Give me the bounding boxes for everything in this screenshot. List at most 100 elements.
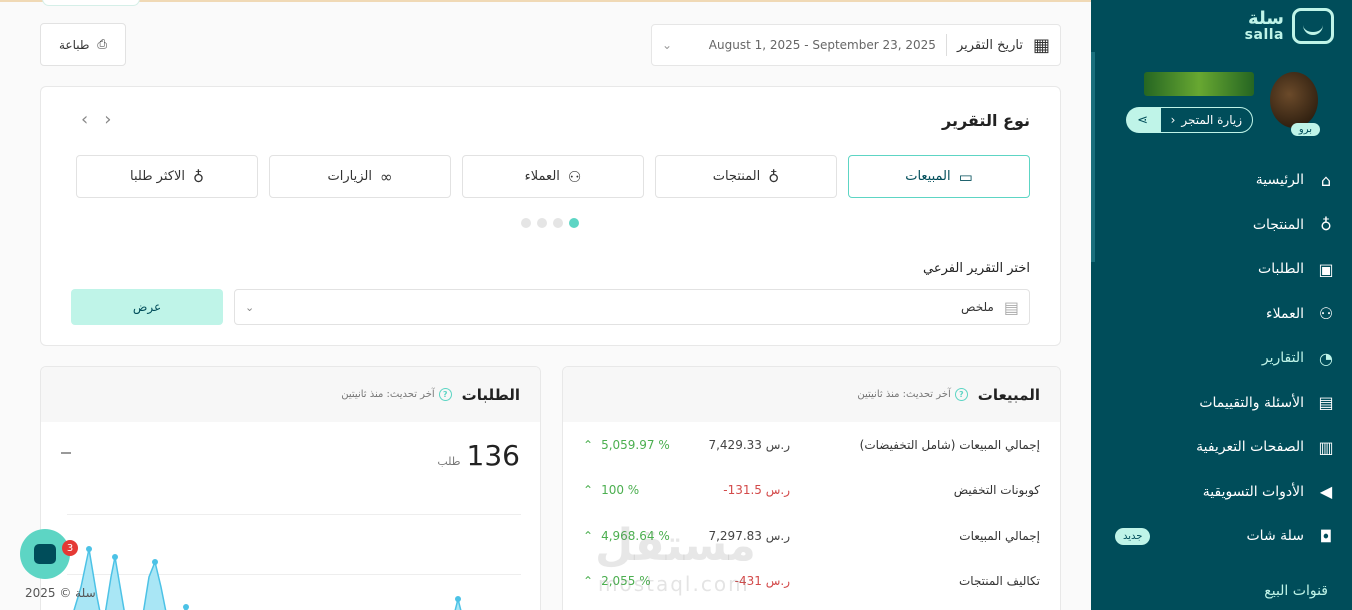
date-range: August 1, 2025 - September 23, 2025 [708,38,936,52]
chat-icon: ◘ [1319,526,1333,546]
share-store-button[interactable]: ⋖ [1125,107,1160,133]
salla-logo[interactable]: سلة salla [1245,8,1334,44]
row-value: 7,429.33 ر.س [708,437,790,452]
sidebar-item-marketing[interactable]: ◀ الأدوات التسويقية [1091,470,1352,515]
report-type-card: نوع التقرير ‹ › ▭ المبيعات ♁ المنتجات ⚇ الع… [40,86,1061,346]
sidebar-item-label: الأدوات التسويقية [1202,483,1304,500]
sidebar-item-label: الصفحات التعريفية [1196,439,1304,456]
carousel-arrows: ‹ › [81,109,111,130]
spark-area [73,548,101,610]
shirt-icon: ♁ [1320,215,1332,235]
top-pill [42,0,140,6]
printer-icon: ⎙ [97,37,108,51]
last-updated-text: آخر تحديث: منذ ثانيتين [341,389,435,400]
sub-report-label: اختر التقرير الفرعي [923,261,1030,276]
logo-text: سلة salla [1244,8,1284,43]
chat-icon [34,544,56,564]
carousel-dot[interactable] [537,218,547,228]
sidebar-item-label: المنتجات [1252,216,1304,233]
carousel-dot-active[interactable] [569,218,579,228]
arrow-up-icon: ⌃ [583,574,594,589]
row-label: إجمالي المبيعات [959,528,1040,543]
sub-report-value: ملخص [961,300,994,314]
orders-sparkline [73,546,462,610]
sidebar-item-pages[interactable]: ▥ الصفحات التعريفية [1091,425,1352,470]
date-label: تاريخ التقرير [956,37,1023,53]
logo-arabic: سلة [1248,8,1284,29]
report-date-picker[interactable]: ▦ تاريخ التقرير August 1, 2025 - Septemb… [651,24,1061,66]
orders-count: 136 [466,439,520,472]
sidebar-item-reviews[interactable]: ▤ الأسئلة والتقييمات [1091,381,1352,426]
orders-unit: طلب [437,455,461,468]
chevron-left-icon: ‹ [1170,113,1176,127]
carousel-dot[interactable] [553,218,563,228]
new-badge: جديد [1115,527,1151,545]
chat-unread-count: 3 [62,540,78,556]
tab-label: الزيارات [327,169,372,184]
spark-point [112,554,118,560]
report-type-title: نوع التقرير [942,111,1030,130]
tab-most-ordered[interactable]: ♁ الاكثر طلبا [76,155,258,198]
spark-point [183,604,189,610]
newspaper-icon: ▥ [1318,437,1334,457]
chart-gridline [67,514,521,515]
sidebar-item-label: التقارير [1261,350,1304,367]
support-chat-button[interactable] [20,529,70,579]
main-content: ▦ تاريخ التقرير August 1, 2025 - Septemb… [0,0,1091,610]
print-button[interactable]: ⎙ طباعة [40,23,126,66]
store-avatar[interactable] [1270,72,1318,128]
tab-label: العملاء [524,169,560,184]
share-icon: ⋖ [1137,112,1149,128]
last-updated: ? آخر تحديث: منذ ثانيتين [857,388,968,401]
carousel-dot[interactable] [521,218,531,228]
chevron-right-icon[interactable]: › [104,109,111,130]
sidebar-item-label: سلة شات [1246,528,1305,545]
spark-point [152,559,158,565]
card-title: المبيعات [977,385,1040,404]
row-value: -131.5 ر.س [723,483,790,498]
sidebar-item-home[interactable]: ⌂ الرئيسية [1091,158,1352,203]
sidebar-item-salla-chat[interactable]: ◘ سلة شات جديد [1091,514,1352,559]
last-updated-text: آخر تحديث: منذ ثانيتين [857,389,951,400]
message-icon: ▤ [1318,393,1334,413]
logo-english: salla [1244,27,1284,43]
sidebar-item-label: الأسئلة والتقييمات [1199,394,1304,411]
arrow-up-icon: ⌃ [583,528,594,543]
help-icon[interactable]: ? [954,388,968,401]
print-label: طباعة [58,37,90,52]
tab-customers[interactable]: ⚇ العملاء [462,155,644,198]
sales-channels-heading[interactable]: قنوات البيع [1264,583,1328,599]
show-button[interactable]: عرض [71,289,223,325]
sidebar-item-customers[interactable]: ⚇ العملاء [1091,292,1352,337]
watermark: مستقل [595,520,756,571]
tab-label: المبيعات [905,169,951,184]
watermark-url: mostaql.com [598,572,750,596]
store-actions: ⋖ زيارة المتجر ‹ [1125,107,1253,133]
sidebar-item-products[interactable]: ♁ المنتجات [1091,203,1352,248]
visit-store-label: زيارة المتجر [1181,113,1242,127]
chevron-left-icon[interactable]: ‹ [81,109,88,130]
sidebar-item-reports[interactable]: ◔ التقارير [1091,336,1352,381]
users-icon: ⚇ [567,167,582,186]
help-icon[interactable]: ? [438,388,452,401]
tab-products[interactable]: ♁ المنتجات [655,155,837,198]
sub-report-select[interactable]: ▤ ملخص ⌄ [234,289,1030,325]
spark-area [142,559,167,610]
change-value: 5,059.97 % [601,437,670,452]
sidebar-item-orders[interactable]: ▣ الطلبات [1091,247,1352,292]
row-label: كوبونات التخفيض [953,483,1040,498]
card-header: الطلبات ? آخر تحديث: منذ ثانيتين [41,367,540,422]
sidebar-item-label: الطلبات [1258,261,1304,278]
visit-store-button[interactable]: زيارة المتجر ‹ [1159,107,1253,133]
row-change: ⌃ 5,059.97 % [583,438,670,452]
tab-sales[interactable]: ▭ المبيعات [848,155,1030,198]
card-header: المبيعات ? آخر تحديث: منذ ثانيتين [563,367,1060,422]
report-tabs: ▭ المبيعات ♁ المنتجات ⚇ العملاء ∞ الزيارات ♁… [76,155,1030,198]
chevron-down-icon: ⌄ [245,300,255,314]
tab-visits[interactable]: ∞ الزيارات [269,155,451,198]
link-icon: ∞ [379,167,393,186]
sidebar-item-label: الرئيسية [1255,172,1304,189]
box-icon: ▣ [1318,259,1334,279]
table-row: كوبونات التخفيض -131.5 ر.س ⌃ 100 % [583,468,1040,514]
row-change: ⌃ 100 % [583,483,670,497]
